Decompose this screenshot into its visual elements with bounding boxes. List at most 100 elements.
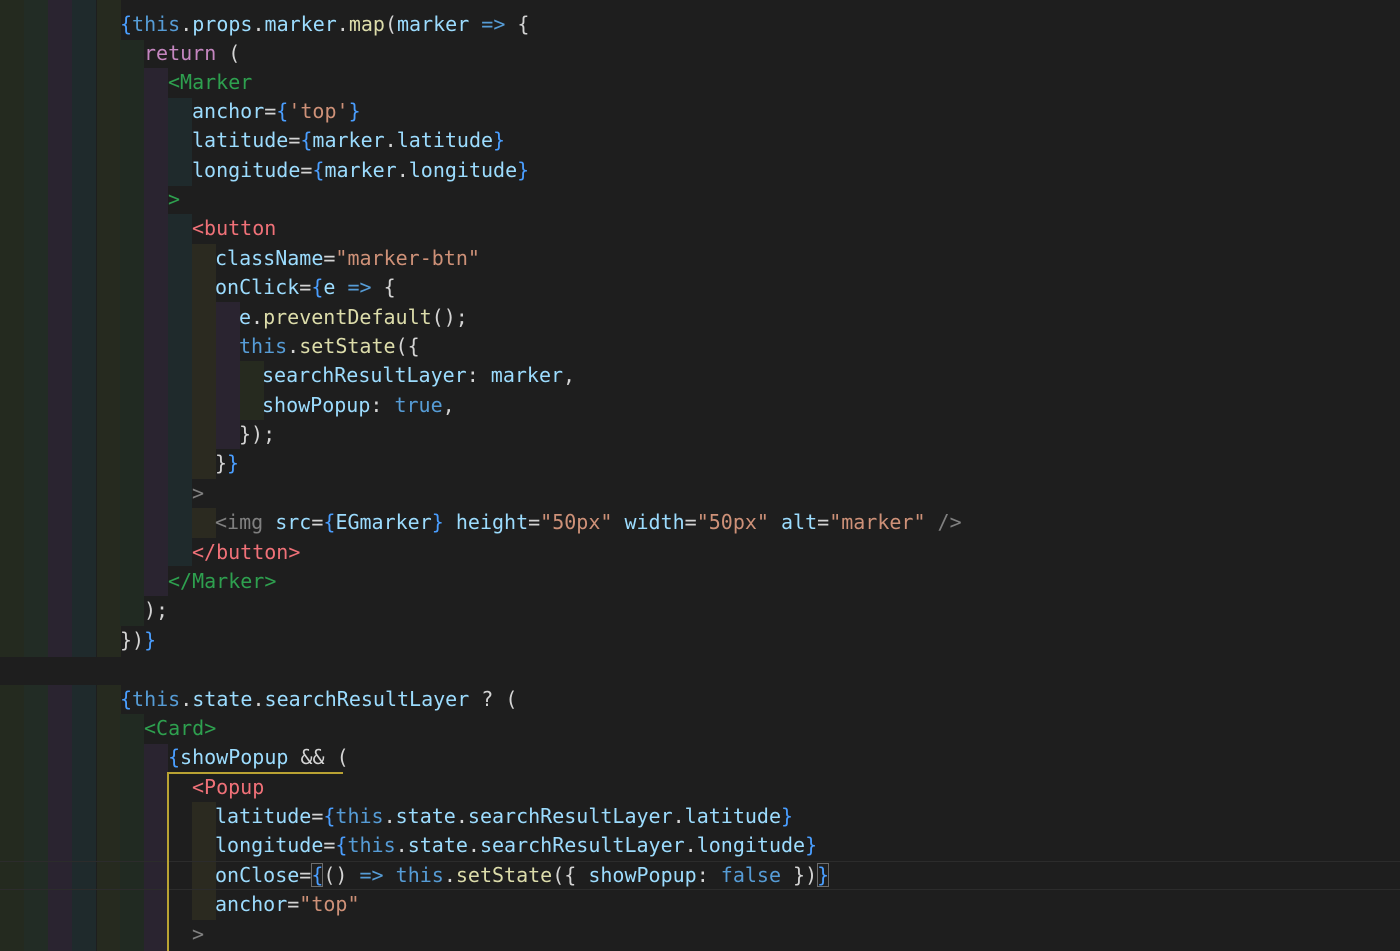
code-token: {: [311, 863, 324, 887]
code-token: searchResultLayer: [479, 833, 685, 857]
code-token: {: [168, 745, 181, 769]
code-line[interactable]: searchResultLayer: marker,: [262, 361, 575, 390]
indent-guide: [72, 0, 96, 951]
code-token: false: [720, 863, 782, 887]
code-token: });: [239, 422, 276, 446]
indent-guide: [216, 302, 240, 449]
code-line[interactable]: onClose={() => this.setState({ showPopup…: [215, 861, 830, 890]
code-line[interactable]: anchor={'top'}: [192, 97, 361, 126]
code-token: }: [805, 833, 818, 857]
indent-guide: [120, 40, 144, 626]
code-token: </Marker>: [168, 569, 277, 593]
indent-guide: [240, 361, 264, 420]
code-token: .: [287, 334, 300, 358]
code-line[interactable]: </button>: [192, 538, 300, 567]
code-token: =: [264, 99, 277, 123]
code-token: >: [192, 922, 205, 946]
code-token: marker: [312, 128, 385, 152]
code-line[interactable]: })}: [120, 626, 156, 655]
code-line[interactable]: e.preventDefault();: [239, 303, 468, 332]
code-token: }: [348, 99, 361, 123]
code-token: ({: [395, 334, 420, 358]
code-line[interactable]: <button: [192, 214, 276, 243]
code-line[interactable]: <Card>: [144, 714, 216, 743]
code-token: }: [493, 128, 506, 152]
code-token: }: [215, 451, 228, 475]
code-token: onClick: [215, 275, 300, 299]
code-token: =>: [347, 275, 372, 299]
code-token: longitude: [215, 833, 324, 857]
code-line[interactable]: onClick={e => {: [215, 273, 396, 302]
code-token: height: [455, 510, 529, 534]
code-line[interactable]: {showPopup && (: [168, 743, 349, 772]
code-token: <img: [215, 510, 264, 534]
code-token: onClose: [215, 863, 300, 887]
code-line[interactable]: >: [168, 185, 180, 214]
code-token: setState: [455, 863, 553, 887]
indent-guide: [48, 0, 72, 951]
code-token: .: [384, 128, 397, 152]
code-line[interactable]: return (: [144, 39, 240, 68]
indent-guide: [168, 98, 192, 186]
code-token: ? (: [469, 687, 518, 711]
code-token: :: [466, 363, 491, 387]
indent-guide: [120, 714, 144, 951]
code-token: && (: [288, 745, 349, 769]
code-line[interactable]: );: [144, 596, 168, 625]
code-token: =: [311, 804, 324, 828]
code-token: width: [624, 510, 685, 534]
code-token: }: [227, 451, 240, 475]
code-token: .: [252, 12, 265, 36]
code-editor[interactable]: {this.props.marker.map(marker => { retur…: [0, 0, 1400, 951]
code-line[interactable]: this.setState({: [239, 332, 420, 361]
code-line[interactable]: {this.props.marker.map(marker => {: [120, 10, 529, 39]
code-token: state: [192, 687, 253, 711]
code-token: >: [192, 481, 205, 505]
code-token: showPopup: [588, 863, 697, 887]
code-token: src: [275, 510, 312, 534]
code-line[interactable]: latitude={marker.latitude}: [192, 126, 505, 155]
code-token: {: [323, 804, 336, 828]
code-token: e: [239, 305, 252, 329]
code-token: =: [528, 510, 541, 534]
code-line[interactable]: >: [192, 479, 204, 508]
code-line[interactable]: longitude={this.state.searchResultLayer.…: [215, 831, 817, 860]
code-token: "50px": [540, 510, 613, 534]
code-token: longitude: [192, 158, 301, 182]
code-line[interactable]: <img src={EGmarker} height="50px" width=…: [215, 508, 962, 537]
code-token: }: [780, 804, 794, 828]
code-token: this: [132, 12, 181, 36]
code-line[interactable]: latitude={this.state.searchResultLayer.l…: [215, 802, 793, 831]
indent-guide: [0, 0, 24, 951]
code-token: this: [347, 833, 396, 857]
code-token: showPopup: [262, 393, 371, 417]
code-token: longitude: [408, 158, 518, 182]
code-line[interactable]: </Marker>: [168, 567, 276, 596]
code-line[interactable]: <Popup: [192, 773, 264, 802]
code-token: showPopup: [180, 745, 289, 769]
code-token: .: [252, 687, 265, 711]
code-line[interactable]: {this.state.searchResultLayer ? (: [120, 685, 517, 714]
code-token: =: [300, 158, 313, 182]
code-line[interactable]: });: [239, 420, 275, 449]
code-token: marker: [324, 158, 397, 182]
code-token: {: [371, 275, 396, 299]
code-token: .: [467, 833, 480, 857]
code-token: }): [781, 863, 818, 887]
code-token: 'top': [288, 99, 349, 123]
code-line[interactable]: <Marker: [168, 68, 252, 97]
code-line[interactable]: className="marker-btn": [215, 244, 480, 273]
code-line[interactable]: showPopup: true,: [262, 391, 455, 420]
code-token: this: [239, 334, 288, 358]
code-token: "marker": [829, 510, 926, 534]
code-line[interactable]: }}: [215, 449, 239, 478]
code-token: .: [180, 687, 193, 711]
code-token: .: [383, 804, 396, 828]
code-line[interactable]: anchor="top": [215, 890, 360, 919]
code-line[interactable]: >: [192, 920, 204, 949]
code-token: latitude: [684, 804, 781, 828]
code-line[interactable]: longitude={marker.longitude}: [192, 156, 529, 185]
